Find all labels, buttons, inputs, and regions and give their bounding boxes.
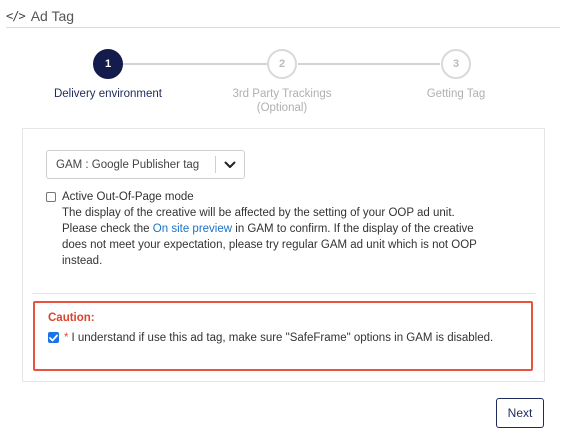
step-label: Delivery environment xyxy=(53,88,162,100)
required-mark: * xyxy=(64,332,69,344)
oop-mode-section: Active Out-Of-Page mode The display of t… xyxy=(46,189,526,269)
safeframe-confirmation: * I understand if use this ad tag, make s… xyxy=(48,330,518,346)
step-getting-tag[interactable]: 3 Getting Tag xyxy=(376,46,536,101)
stepper: 1 Delivery environment 2 3rd Party Track… xyxy=(0,46,566,116)
step-number: 1 xyxy=(93,49,123,79)
delivery-environment-card: GAM : Google Publisher tag Active Out-Of… xyxy=(22,128,545,382)
step-delivery-environment[interactable]: 1 Delivery environment xyxy=(28,46,188,101)
on-site-preview-link[interactable]: On site preview xyxy=(153,223,232,235)
step-3rd-party-trackings[interactable]: 2 3rd Party Trackings (Optional) xyxy=(202,46,362,115)
check-icon xyxy=(49,334,58,341)
next-button[interactable]: Next xyxy=(496,398,544,428)
oop-mode-checkbox[interactable] xyxy=(46,192,56,202)
caution-box: Caution: * I understand if use this ad ta… xyxy=(33,301,533,371)
oop-desc-text: in GAM to confirm. If the display of the… xyxy=(235,223,474,235)
safeframe-label: I understand if use this ad tag, make su… xyxy=(71,332,494,344)
oop-description: The display of the creative will be affe… xyxy=(46,205,526,269)
oop-desc-line: The display of the creative will be affe… xyxy=(62,207,455,219)
oop-desc-text: Please check the xyxy=(62,223,150,235)
step-number: 2 xyxy=(267,49,297,79)
safeframe-checkbox[interactable] xyxy=(48,332,59,343)
delivery-type-select[interactable]: GAM : Google Publisher tag xyxy=(46,150,245,179)
oop-desc-line: Please check the On site preview in GAM … xyxy=(62,221,526,237)
step-label-sub: (Optional) xyxy=(256,102,308,114)
page-header: </> Ad Tag xyxy=(6,4,560,28)
step-label: 3rd Party Trackings (Optional) xyxy=(202,87,362,115)
step-label: Getting Tag xyxy=(426,88,486,100)
code-icon: </> xyxy=(6,8,26,23)
page-title: Ad Tag xyxy=(30,7,75,24)
safeframe-text: * I understand if use this ad tag, make s… xyxy=(64,330,493,346)
caution-title: Caution: xyxy=(48,312,95,324)
step-number: 3 xyxy=(441,49,471,79)
oop-desc-line: instead. xyxy=(62,255,103,267)
chevron-down-icon[interactable] xyxy=(216,161,244,169)
step-label-main: 3rd Party Trackings xyxy=(232,88,332,100)
oop-mode-label: Active Out-Of-Page mode xyxy=(62,191,194,203)
section-divider xyxy=(32,293,536,294)
select-value: GAM : Google Publisher tag xyxy=(56,158,200,171)
oop-desc-line: does not meet your expectation, please t… xyxy=(62,239,477,251)
